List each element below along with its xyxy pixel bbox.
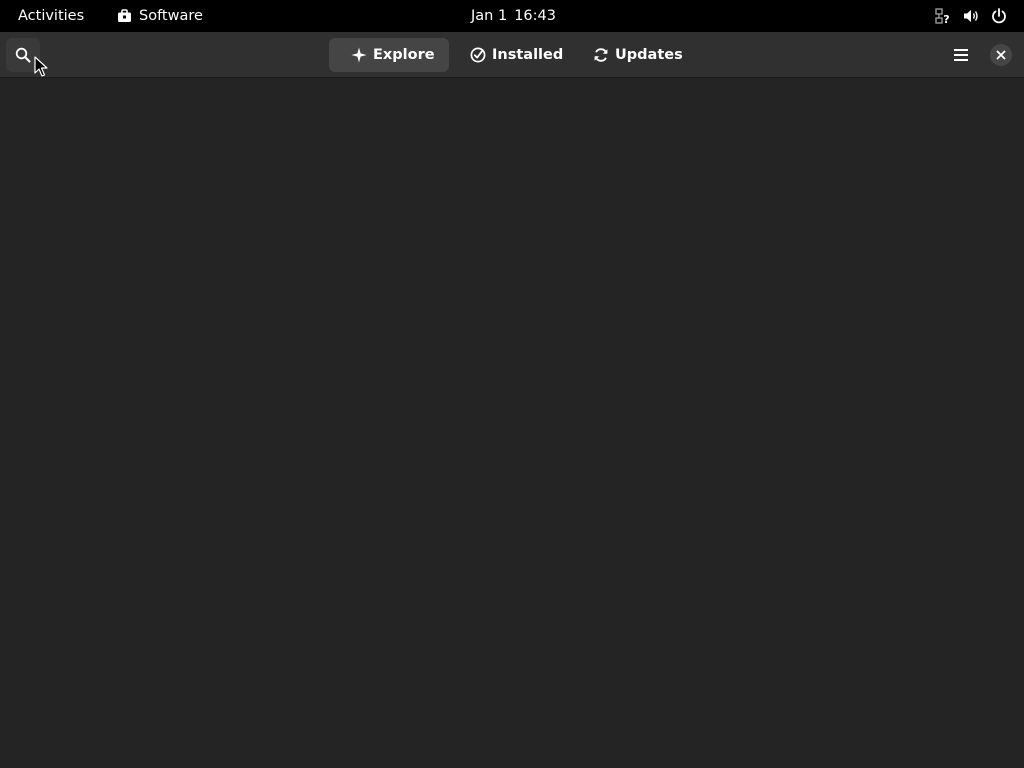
explore-icon (351, 47, 367, 63)
tab-installed[interactable]: Installed (449, 38, 570, 72)
hamburger-menu-icon (954, 49, 968, 61)
top-bar: Activities Software Jan 1 16:43 ? (0, 0, 1024, 32)
mouse-pointer-icon (34, 56, 48, 77)
tab-updates-label: Updates (615, 47, 683, 63)
app-menu-button[interactable]: Software (117, 0, 203, 32)
clock-date: Jan 1 (471, 8, 508, 24)
main-menu-button[interactable] (944, 38, 978, 72)
search-icon (15, 47, 31, 63)
tab-explore[interactable]: Explore (329, 38, 449, 72)
svg-text:?: ? (943, 13, 949, 25)
tab-installed-label: Installed (492, 47, 564, 63)
close-icon (996, 50, 1006, 60)
system-tray[interactable]: ? (924, 0, 1008, 32)
app-menu-label: Software (139, 8, 203, 24)
clock-button[interactable]: Jan 1 16:43 (471, 0, 556, 32)
installed-check-icon (470, 47, 486, 63)
power-icon[interactable] (990, 7, 1008, 25)
tab-updates[interactable]: Updates (570, 38, 700, 72)
header-bar: Explore Installed Updates (0, 32, 1024, 78)
activities-button[interactable]: Activities (18, 0, 84, 32)
tab-explore-label: Explore (373, 47, 435, 63)
network-unknown-icon[interactable]: ? (934, 7, 952, 25)
view-switcher: Explore Installed Updates (329, 38, 700, 72)
close-button[interactable] (990, 44, 1012, 66)
explore-content-area (0, 78, 1024, 768)
clock-time: 16:43 (514, 8, 556, 24)
volume-icon[interactable] (962, 7, 980, 25)
software-bag-icon (118, 9, 131, 22)
refresh-icon (594, 48, 608, 62)
